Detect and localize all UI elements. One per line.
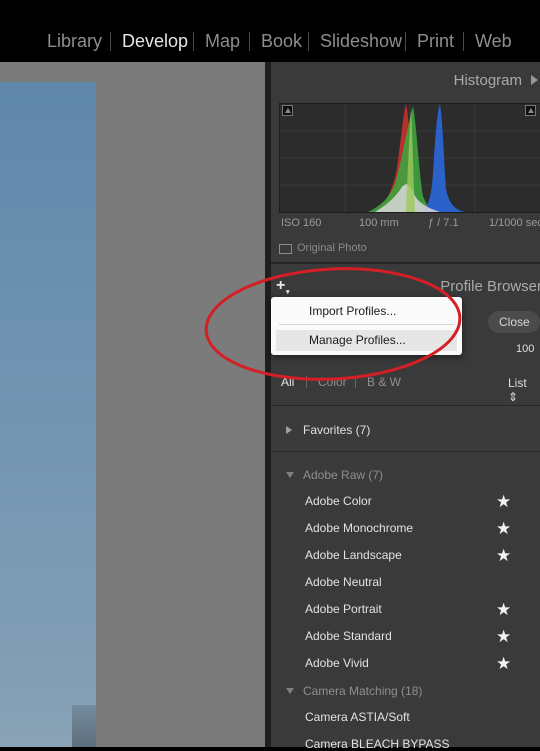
module-book[interactable]: Book: [261, 31, 302, 52]
original-photo-checkbox[interactable]: [279, 244, 292, 254]
filter-separator: [355, 376, 356, 388]
module-print[interactable]: Print: [417, 31, 454, 52]
close-profile-browser-button[interactable]: Close: [488, 311, 540, 333]
photo-preview: [0, 82, 96, 747]
profile-adobe-monochrome[interactable]: Adobe Monochrome: [305, 521, 413, 535]
profile-context-menu: Import Profiles... Manage Profiles...: [271, 297, 462, 355]
favorite-star-icon[interactable]: ★: [496, 547, 511, 564]
menu-separator: [279, 324, 454, 325]
camera-matching-group-label[interactable]: Camera Matching (18): [303, 684, 422, 698]
favorite-star-icon[interactable]: ★: [496, 628, 511, 645]
module-separator: [308, 32, 309, 51]
collapse-histogram-icon[interactable]: [531, 75, 538, 85]
module-develop[interactable]: Develop: [122, 31, 188, 52]
original-photo-label: Original Photo: [297, 242, 367, 254]
exif-aperture: ƒ / 7.1: [428, 217, 459, 229]
module-separator: [405, 32, 406, 51]
profile-adobe-portrait[interactable]: Adobe Portrait: [305, 602, 382, 616]
highlight-clipping-toggle-icon[interactable]: [525, 105, 536, 116]
module-picker: Library Develop Map Book Slideshow Print…: [0, 0, 540, 62]
filter-bw[interactable]: B & W: [367, 375, 401, 389]
module-separator: [110, 32, 111, 51]
expand-favorites-icon[interactable]: [286, 426, 292, 434]
manage-profiles-menu-item[interactable]: Manage Profiles...: [276, 330, 457, 351]
filter-color[interactable]: Color: [318, 375, 347, 389]
module-library[interactable]: Library: [47, 31, 102, 52]
collapse-camera-matching-icon[interactable]: [286, 688, 294, 694]
photo-detail: [72, 705, 96, 747]
favorite-star-icon[interactable]: ★: [496, 655, 511, 672]
module-separator: [193, 32, 194, 51]
histogram-display[interactable]: [279, 103, 540, 213]
profile-adobe-standard[interactable]: Adobe Standard: [305, 629, 392, 643]
filter-all[interactable]: All: [281, 375, 294, 389]
panel-divider: [271, 262, 540, 264]
favorite-star-icon[interactable]: ★: [496, 601, 511, 618]
profile-amount-value[interactable]: 100: [516, 343, 534, 355]
histogram-title[interactable]: Histogram: [454, 72, 522, 89]
profile-adobe-landscape[interactable]: Adobe Landscape: [305, 548, 402, 562]
module-slideshow[interactable]: Slideshow: [320, 31, 402, 52]
exif-iso: ISO 160: [281, 217, 322, 229]
histogram-graph: [280, 104, 540, 212]
favorite-star-icon[interactable]: ★: [496, 493, 511, 510]
profile-browser-title: Profile Browser: [440, 278, 540, 295]
add-profile-menu-icon[interactable]: + ▾: [276, 278, 292, 297]
view-mode-dropdown[interactable]: List ⇕: [508, 376, 540, 404]
module-web[interactable]: Web: [475, 31, 512, 52]
filter-separator: [306, 376, 307, 388]
profile-adobe-color[interactable]: Adobe Color: [305, 494, 372, 508]
import-profiles-menu-item[interactable]: Import Profiles...: [309, 304, 396, 318]
profile-adobe-neutral[interactable]: Adobe Neutral: [305, 575, 382, 589]
adobe-raw-group-label[interactable]: Adobe Raw (7): [303, 468, 383, 482]
module-separator: [249, 32, 250, 51]
profile-camera-astia-soft[interactable]: Camera ASTIA/Soft: [305, 710, 410, 724]
profile-camera-bleach-bypass[interactable]: Camera BLEACH BYPASS: [305, 737, 450, 751]
exif-shutter: 1/1000 sec: [489, 217, 540, 229]
module-separator: [463, 32, 464, 51]
exif-focal-length: 100 mm: [359, 217, 399, 229]
favorite-star-icon[interactable]: ★: [496, 520, 511, 537]
shadow-clipping-toggle-icon[interactable]: [282, 105, 293, 116]
module-map[interactable]: Map: [205, 31, 240, 52]
collapse-adobe-raw-icon[interactable]: [286, 472, 294, 478]
favorites-label[interactable]: Favorites (7): [303, 423, 370, 437]
profile-adobe-vivid[interactable]: Adobe Vivid: [305, 656, 369, 670]
